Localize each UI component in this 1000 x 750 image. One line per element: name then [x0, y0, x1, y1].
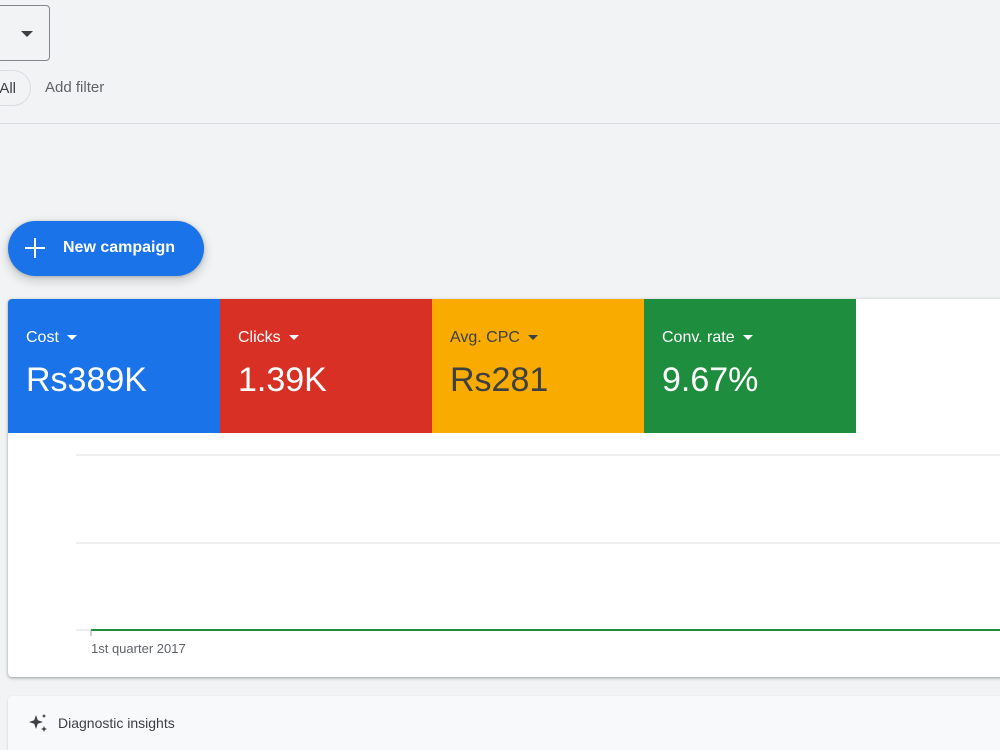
filter-divider	[0, 123, 1000, 124]
metric-conv-rate-value: 9.67%	[662, 361, 759, 399]
caret-down-icon	[66, 335, 77, 341]
chart-plot-area: 1st quarter 2017	[8, 433, 1000, 677]
caret-down-icon	[21, 31, 33, 37]
new-campaign-button[interactable]: New campaign	[8, 221, 204, 276]
metric-clicks-label[interactable]: Clicks	[238, 329, 299, 347]
sparkle-icon	[29, 714, 47, 732]
x-tick-label: 1st quarter 2017	[91, 641, 186, 656]
new-campaign-label: New campaign	[63, 239, 176, 256]
date-range-dropdown[interactable]	[0, 5, 50, 61]
metric-clicks[interactable]: Clicks 1.39K	[220, 299, 432, 433]
metric-avg-cpc-value: Rs281	[450, 361, 549, 399]
metric-avg-cpc-label[interactable]: Avg. CPC	[450, 329, 538, 347]
metric-conv-rate[interactable]: Conv. rate 9.67%	[644, 299, 856, 433]
page: All Add filter New campaign Cost Rs389K …	[0, 0, 1000, 750]
metric-avg-cpc[interactable]: Avg. CPC Rs281	[432, 299, 644, 433]
metric-cost[interactable]: Cost Rs389K	[8, 299, 220, 433]
filter-chip-all-label: All	[0, 80, 16, 97]
metric-clicks-value: 1.39K	[238, 361, 327, 399]
diagnostic-insights-label: Diagnostic insights	[58, 715, 175, 731]
caret-down-icon	[288, 335, 299, 341]
plus-icon	[25, 238, 45, 258]
metric-tabs: Cost Rs389K Clicks 1.39K Avg. CPC Rs281 …	[8, 299, 856, 433]
metric-cost-label[interactable]: Cost	[26, 329, 77, 347]
performance-chart-card: Cost Rs389K Clicks 1.39K Avg. CPC Rs281 …	[8, 299, 1000, 677]
diagnostic-insights-panel[interactable]: Diagnostic insights	[8, 696, 1000, 750]
caret-down-icon	[527, 335, 538, 341]
metric-conv-rate-label[interactable]: Conv. rate	[662, 329, 753, 347]
add-filter-link[interactable]: Add filter	[45, 79, 104, 96]
caret-down-icon	[742, 335, 753, 341]
filter-chip-all[interactable]: All	[0, 70, 31, 106]
metric-cost-value: Rs389K	[26, 361, 147, 399]
